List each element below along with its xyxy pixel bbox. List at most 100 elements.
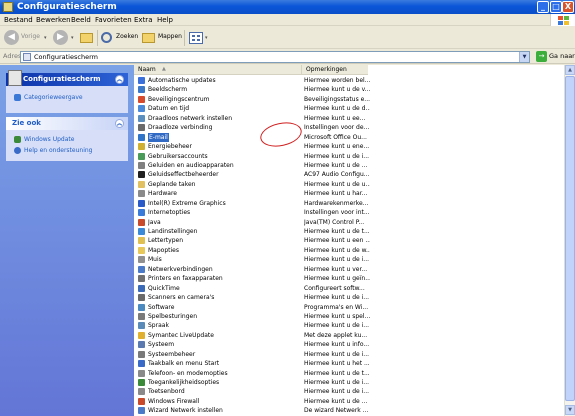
item-name[interactable]: Spelbesturingen	[148, 312, 298, 321]
item-name[interactable]: Beveiligingscentrum	[148, 95, 298, 104]
list-item[interactable]: Taakbalk en menu Start Hiermee kunt u het…	[134, 359, 374, 368]
list-item[interactable]: Internetopties Instellingen voor int...	[134, 208, 374, 217]
item-name[interactable]: Printers en faxapparaten	[148, 274, 298, 283]
item-name[interactable]: Geplande taken	[148, 180, 298, 189]
list-item[interactable]: Geluidseffectbeheerder AC97 Audio Configu…	[134, 170, 374, 179]
list-item[interactable]: Beeldscherm Hiermee kunt u de v...	[134, 85, 374, 94]
list-item[interactable]: Hardware Hiermee kunt u har...	[134, 189, 374, 198]
menu-bestand[interactable]: Bestand	[4, 15, 33, 25]
item-name[interactable]: Mapopties	[148, 246, 298, 255]
list-item[interactable]: Symantec LiveUpdate Met deze applet ku...	[134, 331, 374, 340]
list-item[interactable]: QuickTime Configureert softw...	[134, 284, 374, 293]
item-name[interactable]: Intel(R) Extreme Graphics	[148, 199, 298, 208]
views-icon[interactable]	[189, 32, 203, 44]
list-item[interactable]: Systeem Hiermee kunt u info...	[134, 340, 374, 349]
item-name[interactable]: Lettertypen	[148, 236, 298, 245]
list-item[interactable]: Mapopties Hiermee kunt u de w...	[134, 246, 374, 255]
menu-beeld[interactable]: Beeld	[71, 15, 91, 25]
item-name[interactable]: Systeembeheer	[148, 350, 298, 359]
list-item[interactable]: Toetsenbord Hiermee kunt u de i...	[134, 387, 374, 396]
list-item[interactable]: Spelbesturingen Hiermee kunt u spel...	[134, 312, 374, 321]
menu-favorieten[interactable]: Favorieten	[95, 15, 132, 25]
list-item[interactable]: Energiebeheer Hiermee kunt u ene...	[134, 142, 374, 151]
forward-dropdown-icon[interactable]: ▾	[71, 35, 74, 41]
windows-update-label[interactable]: Windows Update	[24, 136, 74, 143]
search-icon[interactable]	[101, 32, 112, 43]
folder-up-icon[interactable]	[80, 33, 93, 43]
close-button[interactable]: X	[562, 1, 574, 13]
category-view-label[interactable]: Categorieweergave	[24, 94, 83, 101]
item-name[interactable]: Spraak	[148, 321, 298, 330]
back-arrow-icon[interactable]: ◀	[4, 30, 19, 45]
go-arrow-icon[interactable]: →	[536, 51, 547, 62]
menu-bewerken[interactable]: Bewerken	[36, 15, 71, 25]
item-name[interactable]: Windows Firewall	[148, 397, 298, 406]
folders-button-label[interactable]: Mappen	[158, 33, 182, 41]
item-name[interactable]: Netwerkverbindingen	[148, 265, 298, 274]
list-item[interactable]: Printers en faxapparaten Hiermee kunt u g…	[134, 274, 374, 283]
item-name[interactable]: Automatische updates	[148, 76, 298, 85]
list-item[interactable]: Automatische updates Hiermee worden bel..…	[134, 76, 374, 85]
list-item[interactable]: Datum en tijd Hiermee kunt u de d...	[134, 104, 374, 113]
list-item[interactable]: Intel(R) Extreme Graphics Hardwarekenmerk…	[134, 199, 374, 208]
back-button-label[interactable]: Vorige	[21, 33, 40, 41]
forward-arrow-icon[interactable]: ▶	[53, 30, 68, 45]
item-name[interactable]: Datum en tijd	[148, 104, 298, 113]
item-name[interactable]: Beeldscherm	[148, 85, 298, 94]
item-name[interactable]: QuickTime	[148, 284, 298, 293]
list-item[interactable]: Scanners en camera's Hiermee kunt u de i.…	[134, 293, 374, 302]
item-name[interactable]: Scanners en camera's	[148, 293, 298, 302]
list-item[interactable]: Lettertypen Hiermee kunt u een ...	[134, 236, 374, 245]
item-name[interactable]: Systeem	[148, 340, 298, 349]
list-item[interactable]: Java Java(TM) Control P...	[134, 218, 374, 227]
item-name[interactable]: Software	[148, 303, 298, 312]
panel-header[interactable]: Configuratiescherm ︽	[6, 70, 128, 86]
menu-help[interactable]: Help	[157, 15, 173, 25]
item-name[interactable]: Landinstellingen	[148, 227, 298, 236]
scroll-thumb[interactable]	[565, 76, 575, 401]
folders-icon[interactable]	[142, 33, 155, 43]
category-view-link[interactable]: Categorieweergave	[6, 92, 128, 103]
list-item[interactable]: Windows Firewall Hiermee kunt u de ...	[134, 397, 374, 406]
item-name[interactable]: Draadloos netwerk instellen	[148, 114, 298, 123]
address-input[interactable]: Configuratiescherm ▼	[20, 51, 530, 63]
item-name[interactable]: Toetsenbord	[148, 387, 298, 396]
item-name[interactable]: Geluiden en audioapparaten	[148, 161, 298, 170]
item-name[interactable]: Hardware	[148, 189, 298, 198]
list-item[interactable]: Spraak Hiermee kunt u de i...	[134, 321, 374, 330]
list-item[interactable]: Netwerkverbindingen Hiermee kunt u ver...	[134, 265, 374, 274]
maximize-button[interactable]: □	[550, 1, 562, 13]
list-item[interactable]: Landinstellingen Hiermee kunt u de t...	[134, 227, 374, 236]
list-item[interactable]: Toegankelijkheidsopties Hiermee kunt u de…	[134, 378, 374, 387]
list-item[interactable]: Telefoon- en modemopties Hiermee kunt u d…	[134, 369, 374, 378]
scroll-down-button[interactable]: ▼	[565, 405, 575, 415]
column-header-name[interactable]: Naam ▲	[134, 65, 302, 75]
list-item[interactable]: Muis Hiermee kunt u de i...	[134, 255, 374, 264]
list-item[interactable]: E-mail Microsoft Office Ou...	[134, 132, 374, 143]
item-name[interactable]: Muis	[148, 255, 298, 264]
list-item[interactable]: Software Programma's en Wi...	[134, 303, 374, 312]
column-header-comments[interactable]: Opmerkingen	[302, 65, 368, 75]
back-dropdown-icon[interactable]: ▾	[44, 35, 47, 41]
item-name[interactable]: Symantec LiveUpdate	[148, 331, 298, 340]
search-button-label[interactable]: Zoeken	[116, 33, 138, 41]
list-item[interactable]: Draadloos netwerk instellen Hiermee kunt …	[134, 114, 374, 123]
item-name[interactable]: Telefoon- en modemopties	[148, 369, 298, 378]
list-item[interactable]: Wizard Netwerk instellen De wizard Netwer…	[134, 406, 374, 415]
address-value[interactable]: Configuratiescherm	[34, 53, 98, 62]
help-support-link[interactable]: Help en ondersteuning	[6, 145, 128, 156]
item-name[interactable]: Gebruikersaccounts	[148, 152, 298, 161]
minimize-button[interactable]: _	[537, 1, 549, 13]
item-name[interactable]: Taakbalk en menu Start	[148, 359, 298, 368]
address-dropdown-icon[interactable]: ▼	[519, 52, 529, 62]
list-item[interactable]: Gebruikersaccounts Hiermee kunt u de i...	[134, 152, 374, 161]
go-button-label[interactable]: Ga naar	[549, 52, 575, 61]
list-item[interactable]: Geluiden en audioapparaten Hiermee kunt u…	[134, 161, 374, 170]
item-name[interactable]: Geluidseffectbeheerder	[148, 170, 298, 179]
item-name[interactable]: Internetopties	[148, 208, 298, 217]
item-name[interactable]: Toegankelijkheidsopties	[148, 378, 298, 387]
list-item[interactable]: Beveiligingscentrum Beveiligingsstatus e.…	[134, 95, 374, 104]
panel-header[interactable]: Zie ook ︽	[6, 117, 128, 130]
vertical-scrollbar[interactable]: ▲ ▼	[564, 65, 575, 416]
list-item[interactable]: Systeembeheer Hiermee kunt u de i...	[134, 350, 374, 359]
